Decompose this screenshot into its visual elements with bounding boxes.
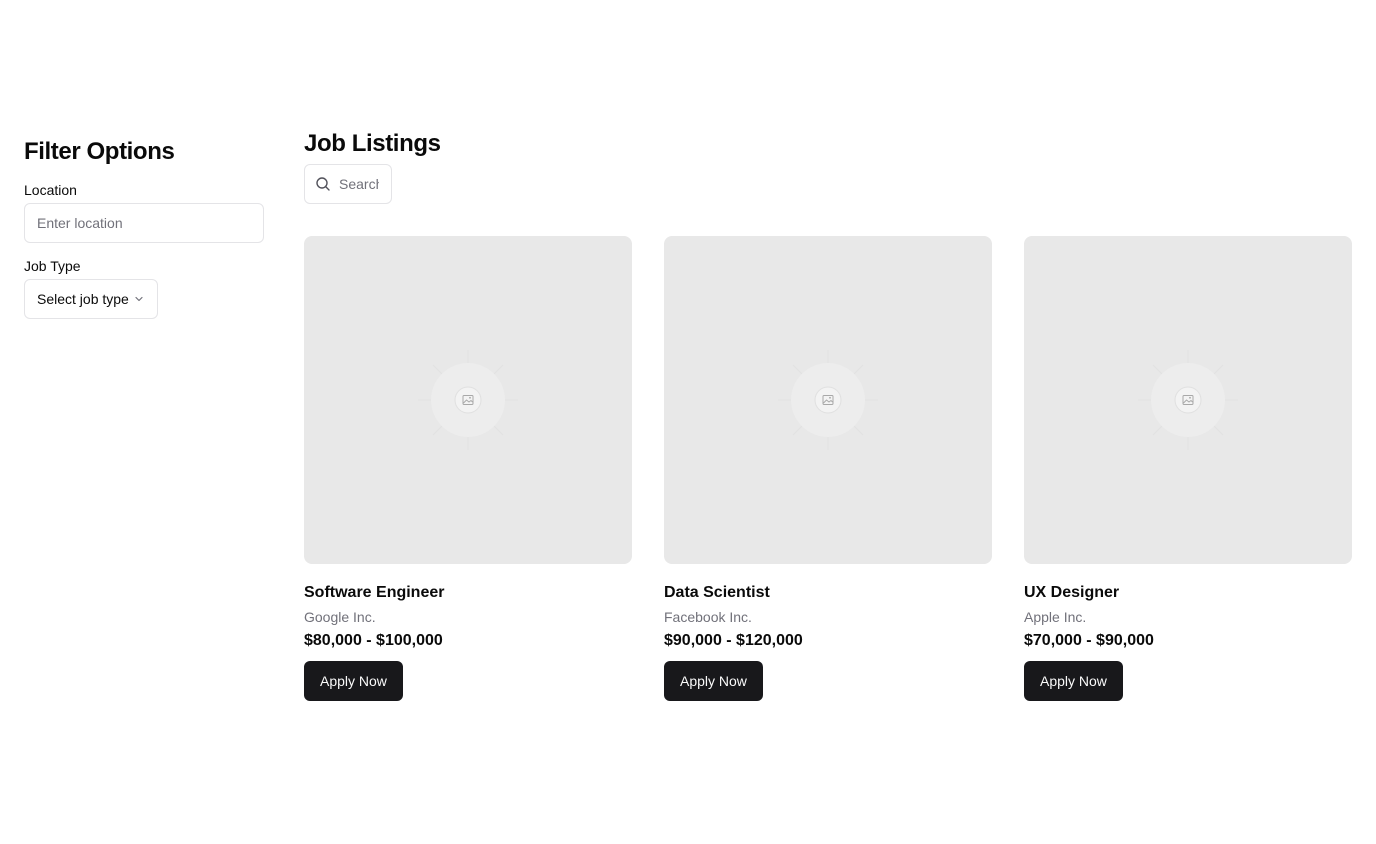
- job-card: Data Scientist Facebook Inc. $90,000 - $…: [664, 236, 992, 701]
- page: Filter Options Location Job Type Select …: [0, 0, 1376, 844]
- job-type-label: Job Type: [24, 258, 81, 274]
- search-icon: [316, 177, 330, 191]
- job-salary: $90,000 - $120,000: [664, 632, 803, 649]
- job-salary: $80,000 - $100,000: [304, 632, 443, 649]
- job-company: Google Inc.: [304, 609, 376, 625]
- job-type-select-value: Select job type: [37, 291, 129, 307]
- job-image-placeholder: [304, 236, 632, 564]
- apply-now-button[interactable]: Apply Now: [664, 661, 763, 701]
- job-card: Software Engineer Google Inc. $80,000 - …: [304, 236, 632, 701]
- job-company: Apple Inc.: [1024, 609, 1087, 625]
- apply-now-button[interactable]: Apply Now: [304, 661, 403, 701]
- job-title: Data Scientist: [664, 584, 770, 601]
- page-title: Job Listings: [304, 130, 441, 157]
- filter-sidebar: Filter Options Location Job Type Select …: [24, 136, 264, 319]
- job-title: Software Engineer: [304, 584, 445, 601]
- job-company: Facebook Inc.: [664, 609, 752, 625]
- location-input[interactable]: [24, 203, 264, 243]
- job-card: UX Designer Apple Inc. $70,000 - $90,000…: [1024, 236, 1352, 701]
- search-box[interactable]: [304, 164, 392, 204]
- search-input[interactable]: [339, 176, 379, 192]
- job-salary: $70,000 - $90,000: [1024, 632, 1154, 649]
- image-placeholder-icon: [778, 350, 878, 450]
- image-placeholder-icon: [1138, 350, 1238, 450]
- apply-now-button[interactable]: Apply Now: [1024, 661, 1123, 701]
- image-placeholder-icon: [418, 350, 518, 450]
- job-listings-section: Job Listings Search Software Engineer Go…: [304, 128, 1352, 701]
- location-label: Location: [24, 182, 77, 198]
- job-type-select[interactable]: Select job type: [24, 279, 158, 319]
- chevron-down-icon: [135, 296, 143, 302]
- filter-title: Filter Options: [24, 138, 175, 165]
- job-image-placeholder: [1024, 236, 1352, 564]
- job-card-list: Software Engineer Google Inc. $80,000 - …: [304, 236, 1352, 701]
- job-title: UX Designer: [1024, 584, 1120, 601]
- job-image-placeholder: [664, 236, 992, 564]
